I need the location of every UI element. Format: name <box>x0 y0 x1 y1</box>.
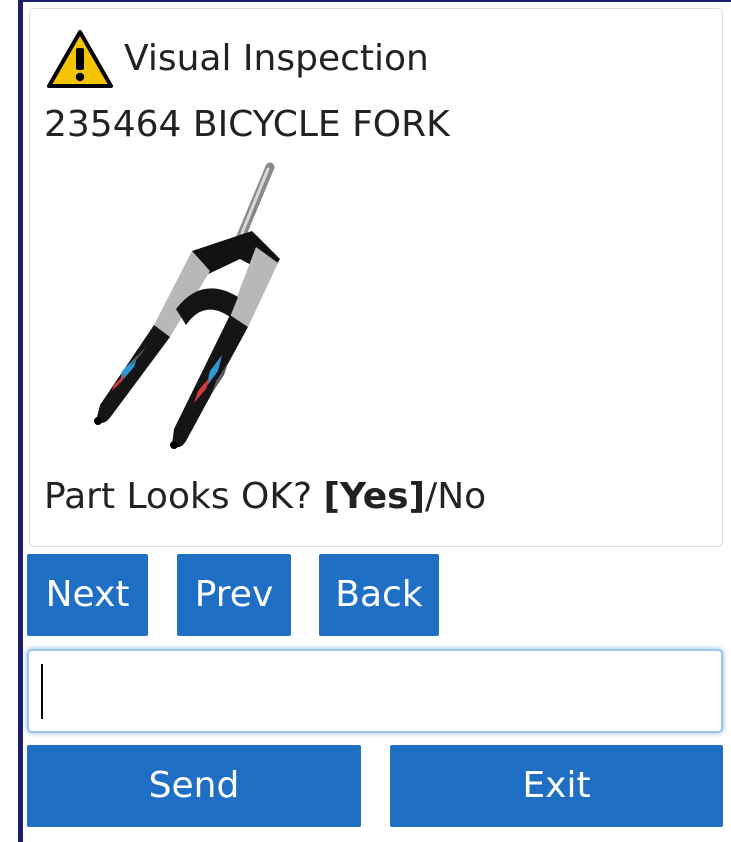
alternate-option: No <box>437 476 487 517</box>
back-button[interactable]: Back <box>319 554 439 636</box>
default-option: [Yes] <box>323 476 426 517</box>
part-label: 235464 BICYCLE FORK <box>44 104 450 145</box>
warning-icon <box>47 30 113 88</box>
send-button[interactable]: Send <box>27 745 361 827</box>
inspection-card: Visual Inspection 235464 BICYCLE FORK Pa… <box>29 8 723 547</box>
prev-button[interactable]: Prev <box>177 554 291 636</box>
next-button[interactable]: Next <box>27 554 148 636</box>
text-caret <box>41 664 43 719</box>
exit-button[interactable]: Exit <box>390 745 723 827</box>
bicycle-fork-image <box>94 162 280 449</box>
page-title: Visual Inspection <box>124 38 429 79</box>
question-text: Part Looks OK? <box>44 476 324 517</box>
option-separator: / <box>425 476 438 517</box>
response-input[interactable] <box>27 649 723 733</box>
inspection-question: Part Looks OK? [Yes]/No <box>44 479 486 515</box>
title-row: Visual Inspection <box>46 30 429 88</box>
